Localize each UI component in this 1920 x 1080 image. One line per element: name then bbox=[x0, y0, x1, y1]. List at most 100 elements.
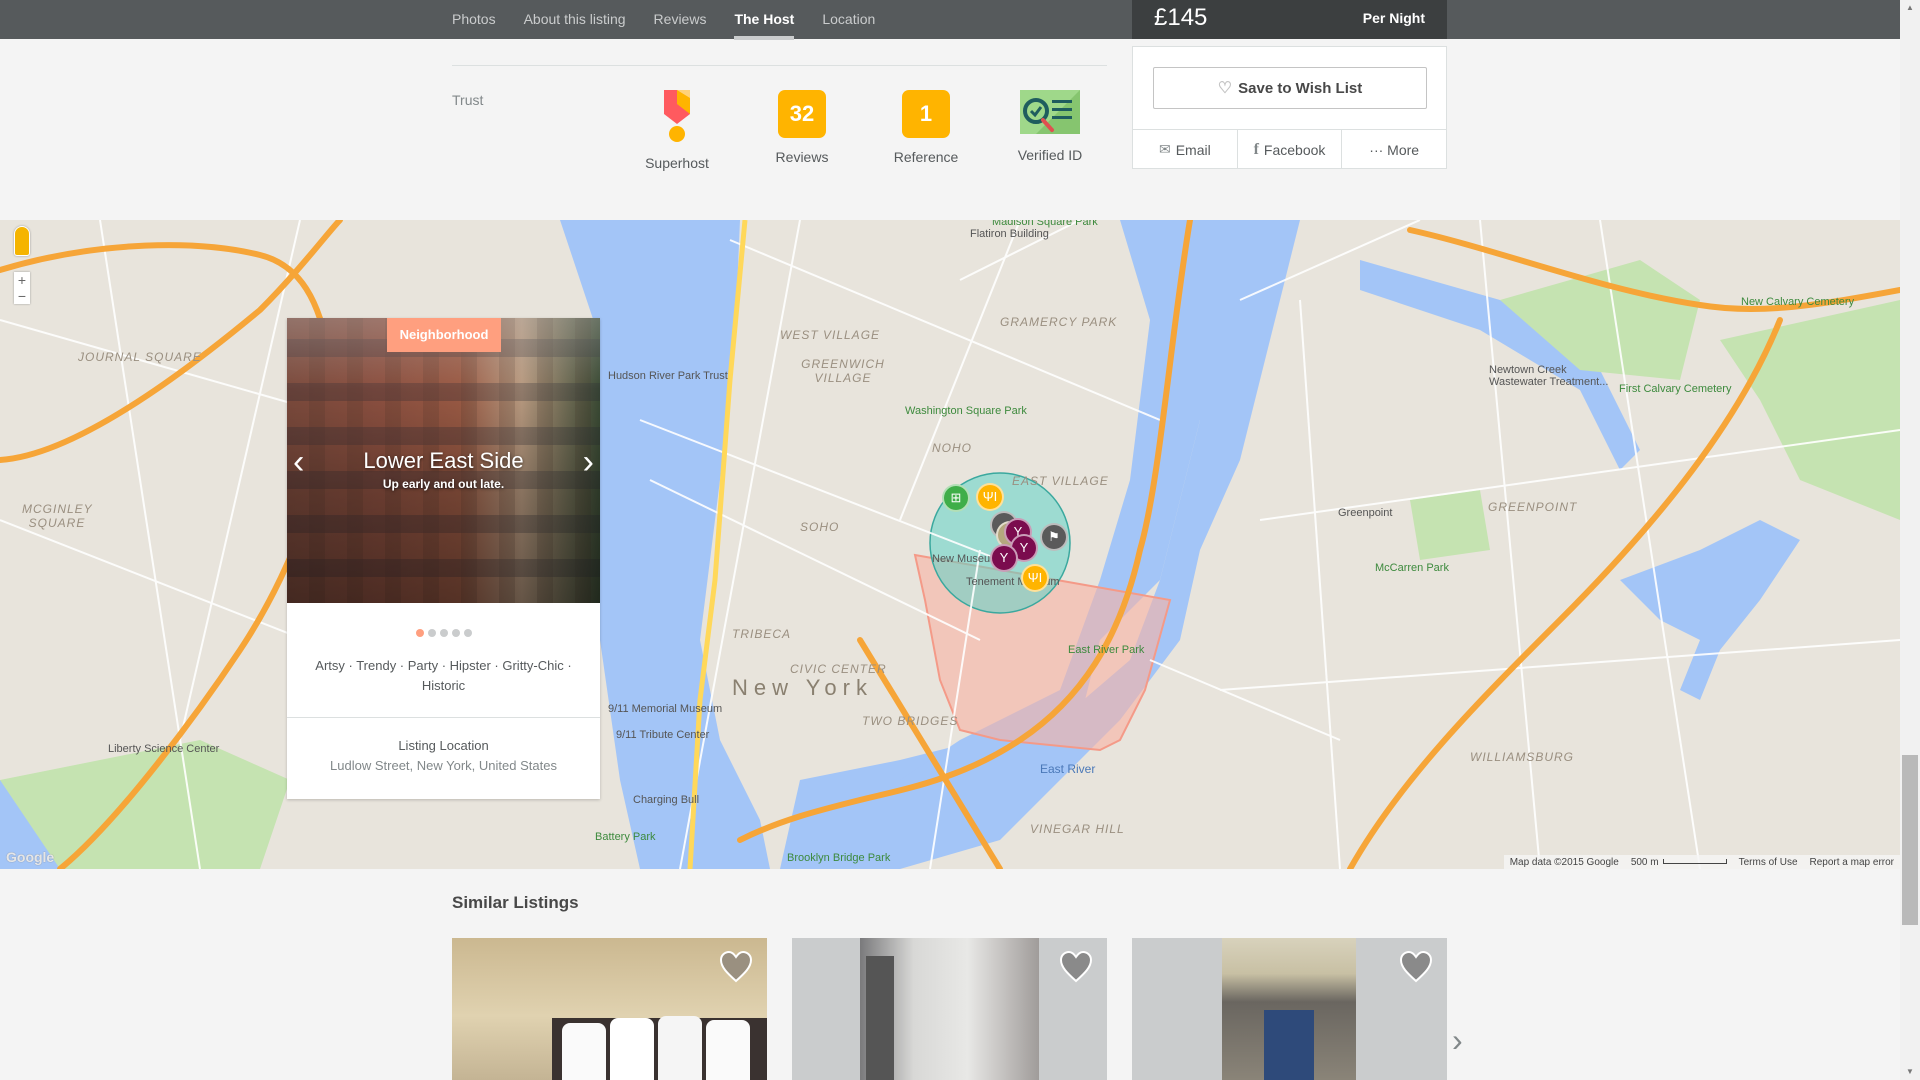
tab-about-listing[interactable]: About this listing bbox=[524, 0, 626, 39]
superhost-medal-icon bbox=[664, 90, 690, 142]
similar-listings-next-button[interactable]: › bbox=[1452, 1022, 1463, 1059]
neighborhood-subtitle: Up early and out late. bbox=[382, 477, 505, 491]
scroll-up-arrow-icon[interactable]: ▲ bbox=[1900, 0, 1920, 16]
street-view-pegman-icon[interactable] bbox=[14, 226, 30, 256]
tab-location[interactable]: Location bbox=[822, 0, 875, 39]
similar-listings-title: Similar Listings bbox=[452, 893, 579, 912]
map-label-east-village: EAST VILLAGE bbox=[1012, 474, 1109, 488]
price-bar: £145 Per Night bbox=[1132, 0, 1447, 39]
badge-reviews-label: Reviews bbox=[775, 149, 829, 165]
chevron-left-icon[interactable]: ‹ bbox=[293, 443, 304, 482]
map-marker-restaurant[interactable]: ΨI bbox=[1021, 564, 1049, 592]
tab-reviews[interactable]: Reviews bbox=[654, 0, 707, 39]
page-scrollbar[interactable]: ▲ ▼ bbox=[1900, 0, 1920, 1080]
map-label-greenpoint-place: Greenpoint bbox=[1338, 507, 1393, 519]
scroll-down-arrow-icon[interactable]: ▼ bbox=[1900, 1064, 1920, 1080]
map-marker-shopping[interactable]: ⊞ bbox=[942, 484, 970, 512]
neighborhood-photo[interactable]: Neighborhood Lower East Side Up early an… bbox=[287, 318, 600, 603]
report-map-error-link[interactable]: Report a map error bbox=[1810, 857, 1894, 868]
map-label-two-bridges: TWO BRIDGES bbox=[862, 714, 959, 728]
tab-photos[interactable]: Photos bbox=[452, 0, 496, 39]
heart-icon[interactable] bbox=[1059, 950, 1093, 984]
slide-dot[interactable] bbox=[463, 629, 472, 637]
map-label-911-tribute: 9/11 Tribute Center bbox=[616, 729, 710, 741]
scrollbar-thumb[interactable] bbox=[1902, 755, 1918, 925]
reference-count-badge: 1 bbox=[902, 90, 950, 138]
badge-superhost[interactable]: Superhost bbox=[622, 90, 732, 171]
map-label-flatiron: Flatiron Building bbox=[970, 228, 1049, 240]
listing-location-address: Ludlow Street, New York, United States bbox=[330, 758, 557, 773]
heart-outline-icon: ♡ bbox=[1217, 80, 1233, 97]
map-canvas[interactable] bbox=[0, 220, 1900, 869]
map-label-mcginley-square: MCGINLEY SQUARE bbox=[22, 502, 93, 530]
neighborhood-tag: Neighborhood bbox=[387, 318, 501, 352]
map-zoom-control: + − bbox=[14, 272, 30, 304]
zoom-in-button[interactable]: + bbox=[14, 272, 30, 288]
slide-dot[interactable] bbox=[427, 629, 436, 637]
share-more-button[interactable]: ··· More bbox=[1342, 130, 1446, 169]
slide-dot[interactable] bbox=[451, 629, 460, 637]
tab-the-host[interactable]: The Host bbox=[734, 0, 794, 40]
neighborhood-card: Neighborhood Lower East Side Up early an… bbox=[287, 318, 600, 799]
map-label-mccarren-park: McCarren Park bbox=[1375, 562, 1449, 574]
similar-listing-card[interactable] bbox=[1132, 938, 1447, 1080]
map-label-soho: SOHO bbox=[800, 520, 840, 534]
share-facebook-label: Facebook bbox=[1263, 141, 1326, 158]
section-divider bbox=[452, 65, 1107, 66]
slide-dot[interactable] bbox=[415, 629, 424, 637]
listing-photo bbox=[1222, 938, 1356, 1080]
share-facebook-button[interactable]: f Facebook bbox=[1238, 130, 1343, 169]
booking-side-panel: ♡ Save to Wish List ✉ Email f Facebook ·… bbox=[1132, 46, 1447, 169]
heart-icon[interactable] bbox=[1399, 950, 1433, 984]
share-more-label: ··· More bbox=[1369, 141, 1420, 158]
share-email-button[interactable]: ✉ Email bbox=[1133, 130, 1238, 169]
similar-listing-card[interactable] bbox=[792, 938, 1107, 1080]
map-label-newtown-creek: Newtown Creek Wastewater Treatment... bbox=[1489, 364, 1609, 388]
similar-listing-card[interactable] bbox=[452, 938, 767, 1080]
badge-verified-id-label: Verified ID bbox=[1017, 147, 1083, 163]
card-divider bbox=[287, 717, 600, 718]
price-period: Per Night bbox=[1362, 10, 1425, 26]
map-label-west-village: WEST VILLAGE bbox=[780, 328, 881, 342]
trust-label: Trust bbox=[452, 92, 484, 108]
chevron-right-icon[interactable]: › bbox=[583, 443, 594, 482]
map-label-liberty-science-center: Liberty Science Center bbox=[108, 743, 220, 755]
map-marker-restaurant[interactable]: ΨI bbox=[976, 483, 1004, 511]
cocktail-icon: Y bbox=[1019, 540, 1029, 555]
save-to-wishlist-button[interactable]: ♡ Save to Wish List bbox=[1153, 67, 1427, 109]
cocktail-icon: Y bbox=[999, 550, 1009, 565]
fork-knife-icon: ΨI bbox=[1027, 570, 1043, 585]
map-label-brooklyn-bridge-park: Brooklyn Bridge Park bbox=[787, 852, 891, 864]
scale-bar bbox=[1662, 859, 1727, 865]
badge-reference[interactable]: 1 Reference bbox=[871, 90, 981, 165]
reviews-count-badge: 32 bbox=[778, 90, 826, 138]
google-logo: Google bbox=[6, 849, 55, 865]
badge-verified-id[interactable]: Verified ID bbox=[995, 90, 1105, 163]
slide-indicator bbox=[287, 629, 600, 637]
fork-knife-icon: ΨI bbox=[982, 489, 998, 504]
save-to-wishlist-label: Save to Wish List bbox=[1238, 79, 1363, 97]
facebook-icon: f bbox=[1253, 140, 1259, 158]
envelope-icon: ✉ bbox=[1158, 141, 1171, 157]
heart-icon[interactable] bbox=[719, 950, 753, 984]
listing-page: Photos About this listing Reviews The Ho… bbox=[0, 0, 1900, 1080]
map-marker-landmark[interactable]: ⚑ bbox=[1040, 523, 1068, 551]
map-label-first-calvary-cemetery: First Calvary Cemetery bbox=[1619, 383, 1732, 395]
map-label-tribeca: TRIBECA bbox=[732, 627, 792, 641]
map-label-greenpoint-area: GREENPOINT bbox=[1488, 500, 1578, 514]
map-label-madison-square-park: Madison Square Park bbox=[992, 220, 1098, 228]
zoom-out-button[interactable]: − bbox=[14, 288, 30, 304]
map-label-east-river-park: East River Park bbox=[1068, 644, 1145, 656]
badge-superhost-label: Superhost bbox=[645, 155, 709, 171]
map-label-new-york: New York bbox=[732, 675, 873, 700]
neighborhood-tags: Artsy · Trendy · Party · Hipster · Gritt… bbox=[315, 658, 572, 693]
slide-dot[interactable] bbox=[439, 629, 448, 637]
badge-reviews[interactable]: 32 Reviews bbox=[747, 90, 857, 165]
listing-photo bbox=[860, 938, 1039, 1080]
badge-reference-label: Reference bbox=[893, 149, 959, 165]
location-map[interactable]: Flatiron Building Madison Square Park Wa… bbox=[0, 220, 1900, 869]
map-label-gramercy-park: GRAMERCY PARK bbox=[1000, 315, 1118, 329]
terms-of-use-link[interactable]: Terms of Use bbox=[1739, 857, 1798, 868]
map-marker-bar[interactable]: Y bbox=[990, 544, 1018, 572]
map-scale: 500 m bbox=[1631, 857, 1727, 868]
